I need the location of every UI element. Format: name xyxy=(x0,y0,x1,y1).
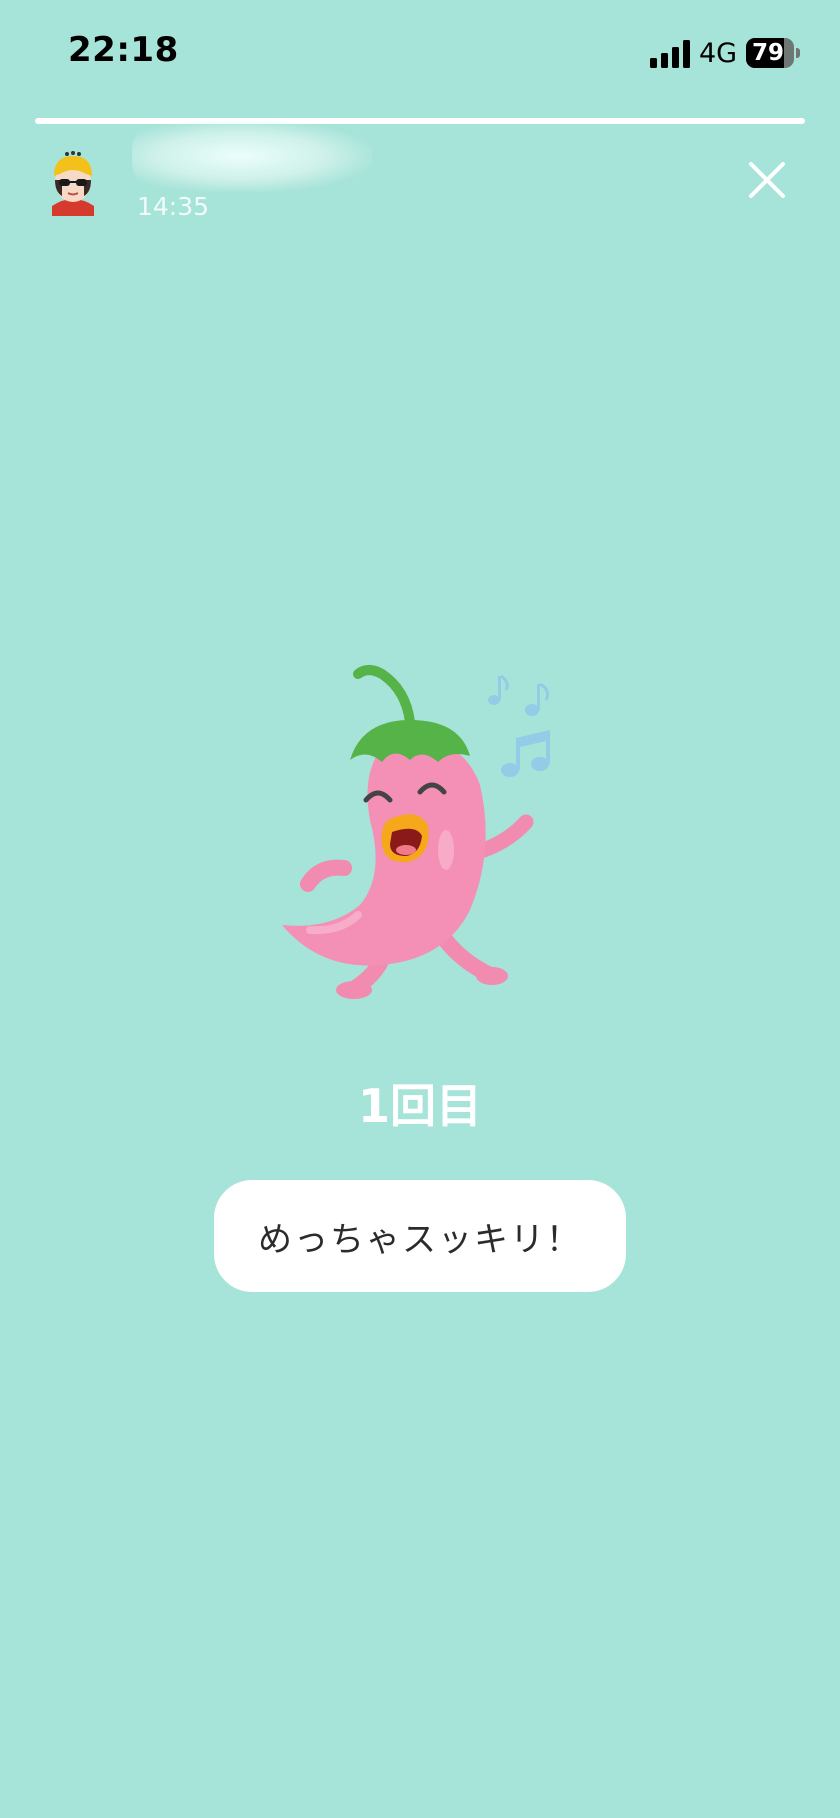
network-label: 4G xyxy=(699,38,738,69)
battery-icon: 79 xyxy=(746,38,800,68)
count-label: 1回目 xyxy=(357,1079,482,1133)
avatar-icon[interactable] xyxy=(42,148,104,216)
close-icon[interactable] xyxy=(745,158,789,202)
status-time: 22:18 xyxy=(68,30,179,70)
post-time: 14:35 xyxy=(137,192,210,221)
signal-icon xyxy=(650,40,690,68)
battery-level: 79 xyxy=(751,40,784,66)
pepper-mascot-icon xyxy=(282,665,550,999)
feeling-label: めっちゃスッキリ！ xyxy=(214,1180,626,1292)
blurred-username xyxy=(132,120,372,192)
status-bar: 22:18 4G 79 xyxy=(0,0,840,105)
